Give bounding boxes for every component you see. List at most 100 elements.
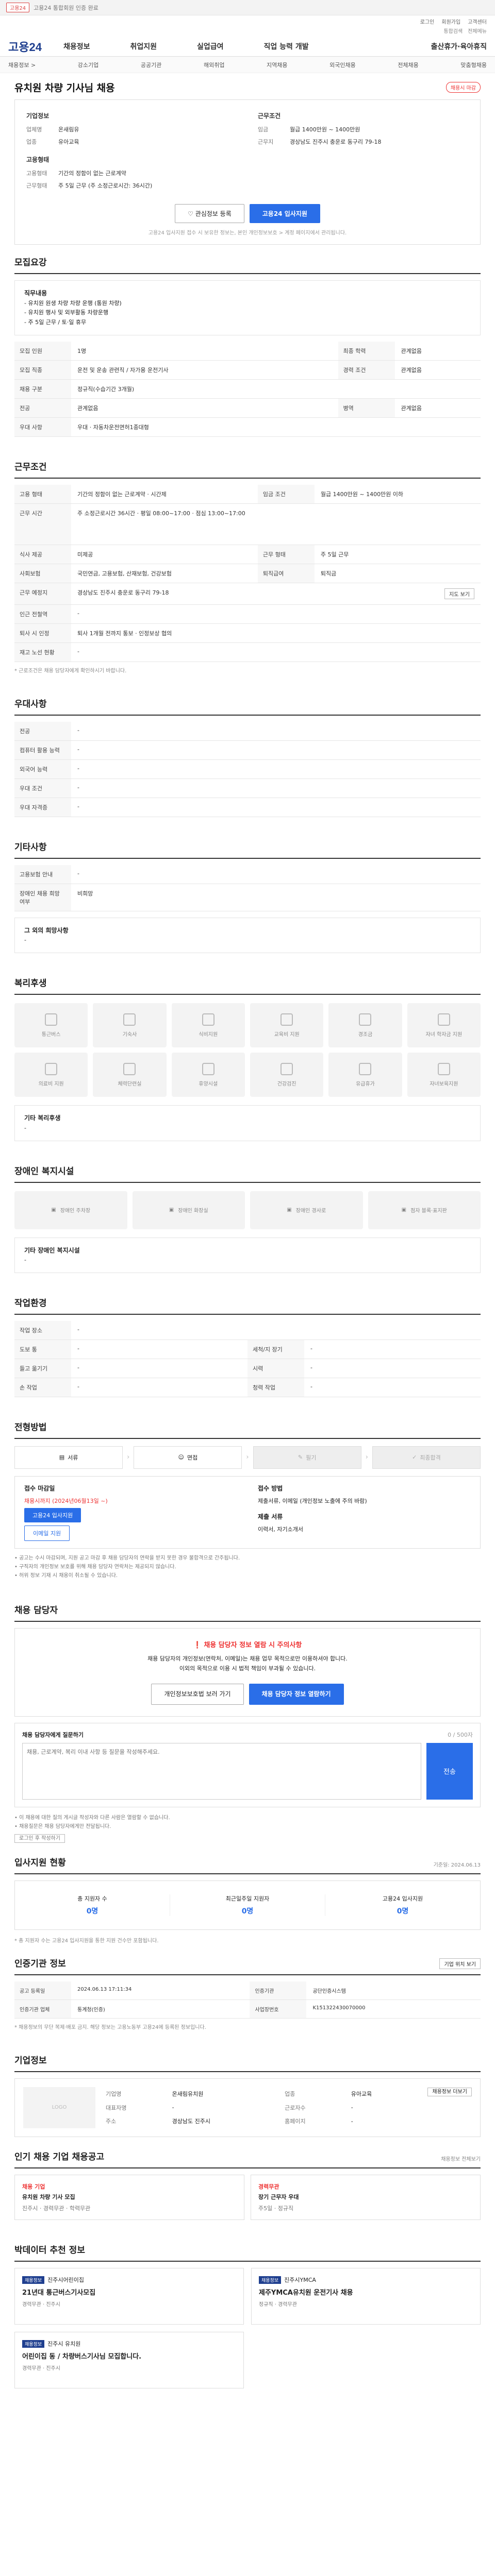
employment-section-label: 고용형태 bbox=[26, 156, 50, 163]
process-notes: • 공고는 수시 마감되며, 지원 공고 마감 후 채용 담당자의 연락을 받지… bbox=[14, 1554, 481, 1580]
workplace-address: 경상남도 진주시 충운로 동구리 79-18 bbox=[77, 589, 169, 596]
welfare-label: 유급휴가 bbox=[356, 1081, 375, 1087]
table-row: 사회보험 국민연금, 고용보험, 산재보험, 건강보험 퇴직급여 퇴직금 bbox=[14, 564, 481, 583]
subnav-item[interactable]: 공공기관 bbox=[141, 61, 161, 69]
welfare-extra-box: 기타 복리후생 - bbox=[14, 1105, 481, 1141]
row-value: 온새림유치원 bbox=[172, 2091, 204, 2098]
cert-map-button[interactable]: 기업 위치 보기 bbox=[439, 1958, 481, 1969]
industry: 유아교육 bbox=[58, 139, 79, 145]
row-value: K151322430070000 bbox=[306, 1999, 481, 2019]
util-help[interactable]: 고객센터 bbox=[468, 18, 487, 25]
row-key: 사업장번호 bbox=[250, 1999, 307, 2019]
privacy-law-button[interactable]: 개인정보보호법 보러 가기 bbox=[151, 1684, 244, 1705]
rec-card[interactable]: 채용정보 진주시어린이집 21년대 통근버스기사모집 경력무관 · 진주시 bbox=[14, 2267, 244, 2325]
row-value: 월급 1400만원 ~ 1400만원 이하 bbox=[314, 484, 481, 504]
row-value: 운전 및 운송 관련직 / 자가용 운전기사 bbox=[71, 360, 338, 380]
job-card[interactable]: 경력무관 장기 근무자 우대 주5일 · 정규직 bbox=[251, 2174, 481, 2220]
table-row: 대표자명 - 근로자수 - bbox=[104, 2100, 415, 2114]
welfare-item: 경조금 bbox=[328, 1003, 402, 1048]
gnb-item-training[interactable]: 직업 능력 개발 bbox=[264, 41, 309, 52]
contact-line: 이외의 목적으로 이용 시 법적 책임이 부과될 수 있습니다. bbox=[179, 1665, 316, 1672]
qna-label: 채용 담당자에게 질문하기 bbox=[22, 1731, 84, 1738]
subnav-item[interactable]: 맞춤형채용 bbox=[460, 61, 487, 69]
stat-item: 최근일주일 지원자 0명 bbox=[170, 1894, 325, 1916]
rec-card[interactable]: 채용정보 진주시 유치원 어린이집 동 / 차량버스기사님 모집합니다. 경력무관… bbox=[14, 2331, 244, 2388]
gnb-item-jobs[interactable]: 채용정보 bbox=[63, 41, 90, 52]
work-section-label: 근무조건 bbox=[258, 112, 281, 120]
table-row: 인근 전철역 - bbox=[14, 604, 481, 624]
util-join[interactable]: 회원가입 bbox=[441, 18, 460, 25]
table-row: 근무 예정지 경상남도 진주시 충운로 동구리 79-18 지도 보기 bbox=[14, 583, 481, 605]
disab-label: 장애인 화장실 bbox=[178, 1208, 208, 1214]
others-more-link[interactable]: 채용정보 전체보기 bbox=[441, 2155, 481, 2162]
row-value: 통계청(인증) bbox=[71, 1999, 250, 2019]
row-value: - bbox=[71, 1340, 248, 1359]
job-card[interactable]: 채용 기업 유치원 차량 기사 모집 진주시 · 경력무관 · 학력무관 bbox=[14, 2174, 244, 2220]
row-key: 전공 bbox=[14, 721, 71, 741]
subnav-item[interactable]: 지역채용 bbox=[267, 61, 287, 69]
alert-icon: ❗ bbox=[193, 1641, 204, 1649]
qna-login-button[interactable]: 로그인 후 작성하기 bbox=[14, 1834, 65, 1843]
view-contact-button[interactable]: 채용 담당자 정보 열람하기 bbox=[249, 1684, 344, 1705]
welfare-item: 의료비 지원 bbox=[14, 1053, 88, 1097]
contact-warning: ❗ 채용 담당자 정보 열람 시 주의사항 bbox=[26, 1640, 469, 1651]
process-steps: ▤ 서류 › ☺ 면접 › ✎ 필기 › ✓ 최종합격 bbox=[14, 1446, 481, 1469]
stat-value: 0명 bbox=[86, 1907, 98, 1916]
gnb-item-leave[interactable]: 출산휴가·육아휴직 bbox=[431, 41, 487, 52]
site-logo[interactable]: 고용24 bbox=[8, 38, 42, 55]
subnav-item[interactable]: 외국인채용 bbox=[329, 61, 356, 69]
rec-card[interactable]: 채용정보 진주시YMCA 제주YMCA유치원 운전기사 채용 정규직 · 경력무관 bbox=[251, 2267, 481, 2325]
duty-line: - 유치원 행사 및 외부활동 차량운행 bbox=[24, 309, 109, 316]
stats-box: 총 지원자 수 0명 최근일주일 지원자 0명 고용24 입사지원 0명 bbox=[14, 1880, 481, 1930]
location: 경상남도 진주시 충운로 동구리 79-18 bbox=[290, 139, 382, 145]
apply-method-title: 접수 방법 bbox=[258, 1484, 283, 1492]
row-value: 2024.06.13 17:11:34 bbox=[71, 1981, 250, 2000]
row-value: 관계없음 bbox=[394, 398, 481, 418]
apply-email-button[interactable]: 이메일 지원 bbox=[24, 1525, 70, 1541]
row-value: 정규직(수습기간 3개월) bbox=[71, 379, 481, 399]
row-value: 경상남도 진주시 충운로 동구리 79-18 지도 보기 bbox=[71, 583, 481, 605]
page-bottom-spacer bbox=[0, 2395, 495, 2415]
row-key: 임금 조건 bbox=[257, 484, 315, 504]
util-login[interactable]: 로그인 bbox=[420, 18, 435, 25]
qna-send-button[interactable]: 전송 bbox=[426, 1742, 473, 1800]
bus-icon bbox=[45, 1013, 58, 1026]
interest-button[interactable]: ♡ 관심정보 등록 bbox=[175, 204, 244, 223]
etc-extra-value: - bbox=[24, 937, 26, 944]
company-more-button[interactable]: 채용정보 더보기 bbox=[427, 2087, 472, 2096]
step-label: 면접 bbox=[187, 1454, 198, 1461]
table-row: 외국어 능력 - bbox=[14, 759, 481, 779]
subnav-item[interactable]: 채용정보 > bbox=[8, 61, 36, 69]
table-row: 기업명 온새림유치원 업종 유아교육 bbox=[104, 2087, 415, 2101]
util-search[interactable]: 통합검색 bbox=[443, 27, 463, 36]
apply-method: 제출서류, 이메일 (개인정보 노출에 주의 바람) bbox=[258, 1497, 367, 1504]
rec-meta: 경력무관 · 진주시 bbox=[22, 2301, 60, 2308]
row-value: - bbox=[71, 1378, 248, 1397]
row-value: 국민연금, 고용보험, 산재보험, 건강보험 bbox=[71, 564, 258, 583]
table-row: 모집 인원 1명 최종 학력 관계없음 bbox=[14, 341, 481, 361]
table-row: 근무 시간 주 소정근로시간 36시간 · 평일 08:00~17:00 · 점심… bbox=[14, 503, 481, 545]
welfare-label: 통근버스 bbox=[41, 1031, 61, 1038]
gnb-item-support[interactable]: 취업지원 bbox=[130, 41, 157, 52]
apply-button[interactable]: 고용24 입사지원 bbox=[249, 204, 320, 223]
subnav-item[interactable]: 해외취업 bbox=[204, 61, 224, 69]
subnav-item[interactable]: 전체채용 bbox=[398, 61, 418, 69]
map-button[interactable]: 지도 보기 bbox=[444, 588, 474, 599]
utility-links: 로그인 회원가입 고객센터 bbox=[0, 15, 495, 27]
env-section-title: 작업환경 bbox=[14, 1285, 481, 1315]
workhours-label: 근무형태 bbox=[26, 182, 47, 189]
parking-icon: ▣ bbox=[51, 1207, 56, 1213]
welfare-label: 체력단련실 bbox=[118, 1081, 142, 1087]
resort-icon bbox=[202, 1062, 214, 1075]
qna-textarea[interactable] bbox=[22, 1742, 421, 1800]
row-key: 고용 형태 bbox=[14, 484, 71, 504]
util-allmenu[interactable]: 전체메뉴 bbox=[468, 27, 487, 36]
row-key: 병역 bbox=[338, 398, 395, 418]
subnav-item[interactable]: 강소기업 bbox=[78, 61, 98, 69]
table-row: 공고 등록일 2024.06.13 17:11:34 인증기관 공단인증시스템 bbox=[14, 1981, 481, 2000]
gnb-item-benefit[interactable]: 실업급여 bbox=[197, 41, 224, 52]
company-logo: LOGO bbox=[23, 2087, 95, 2128]
row-key: 외국어 능력 bbox=[14, 759, 71, 779]
apply-online-button[interactable]: 고용24 입사지원 bbox=[24, 1507, 81, 1522]
row-value: - bbox=[71, 740, 481, 760]
